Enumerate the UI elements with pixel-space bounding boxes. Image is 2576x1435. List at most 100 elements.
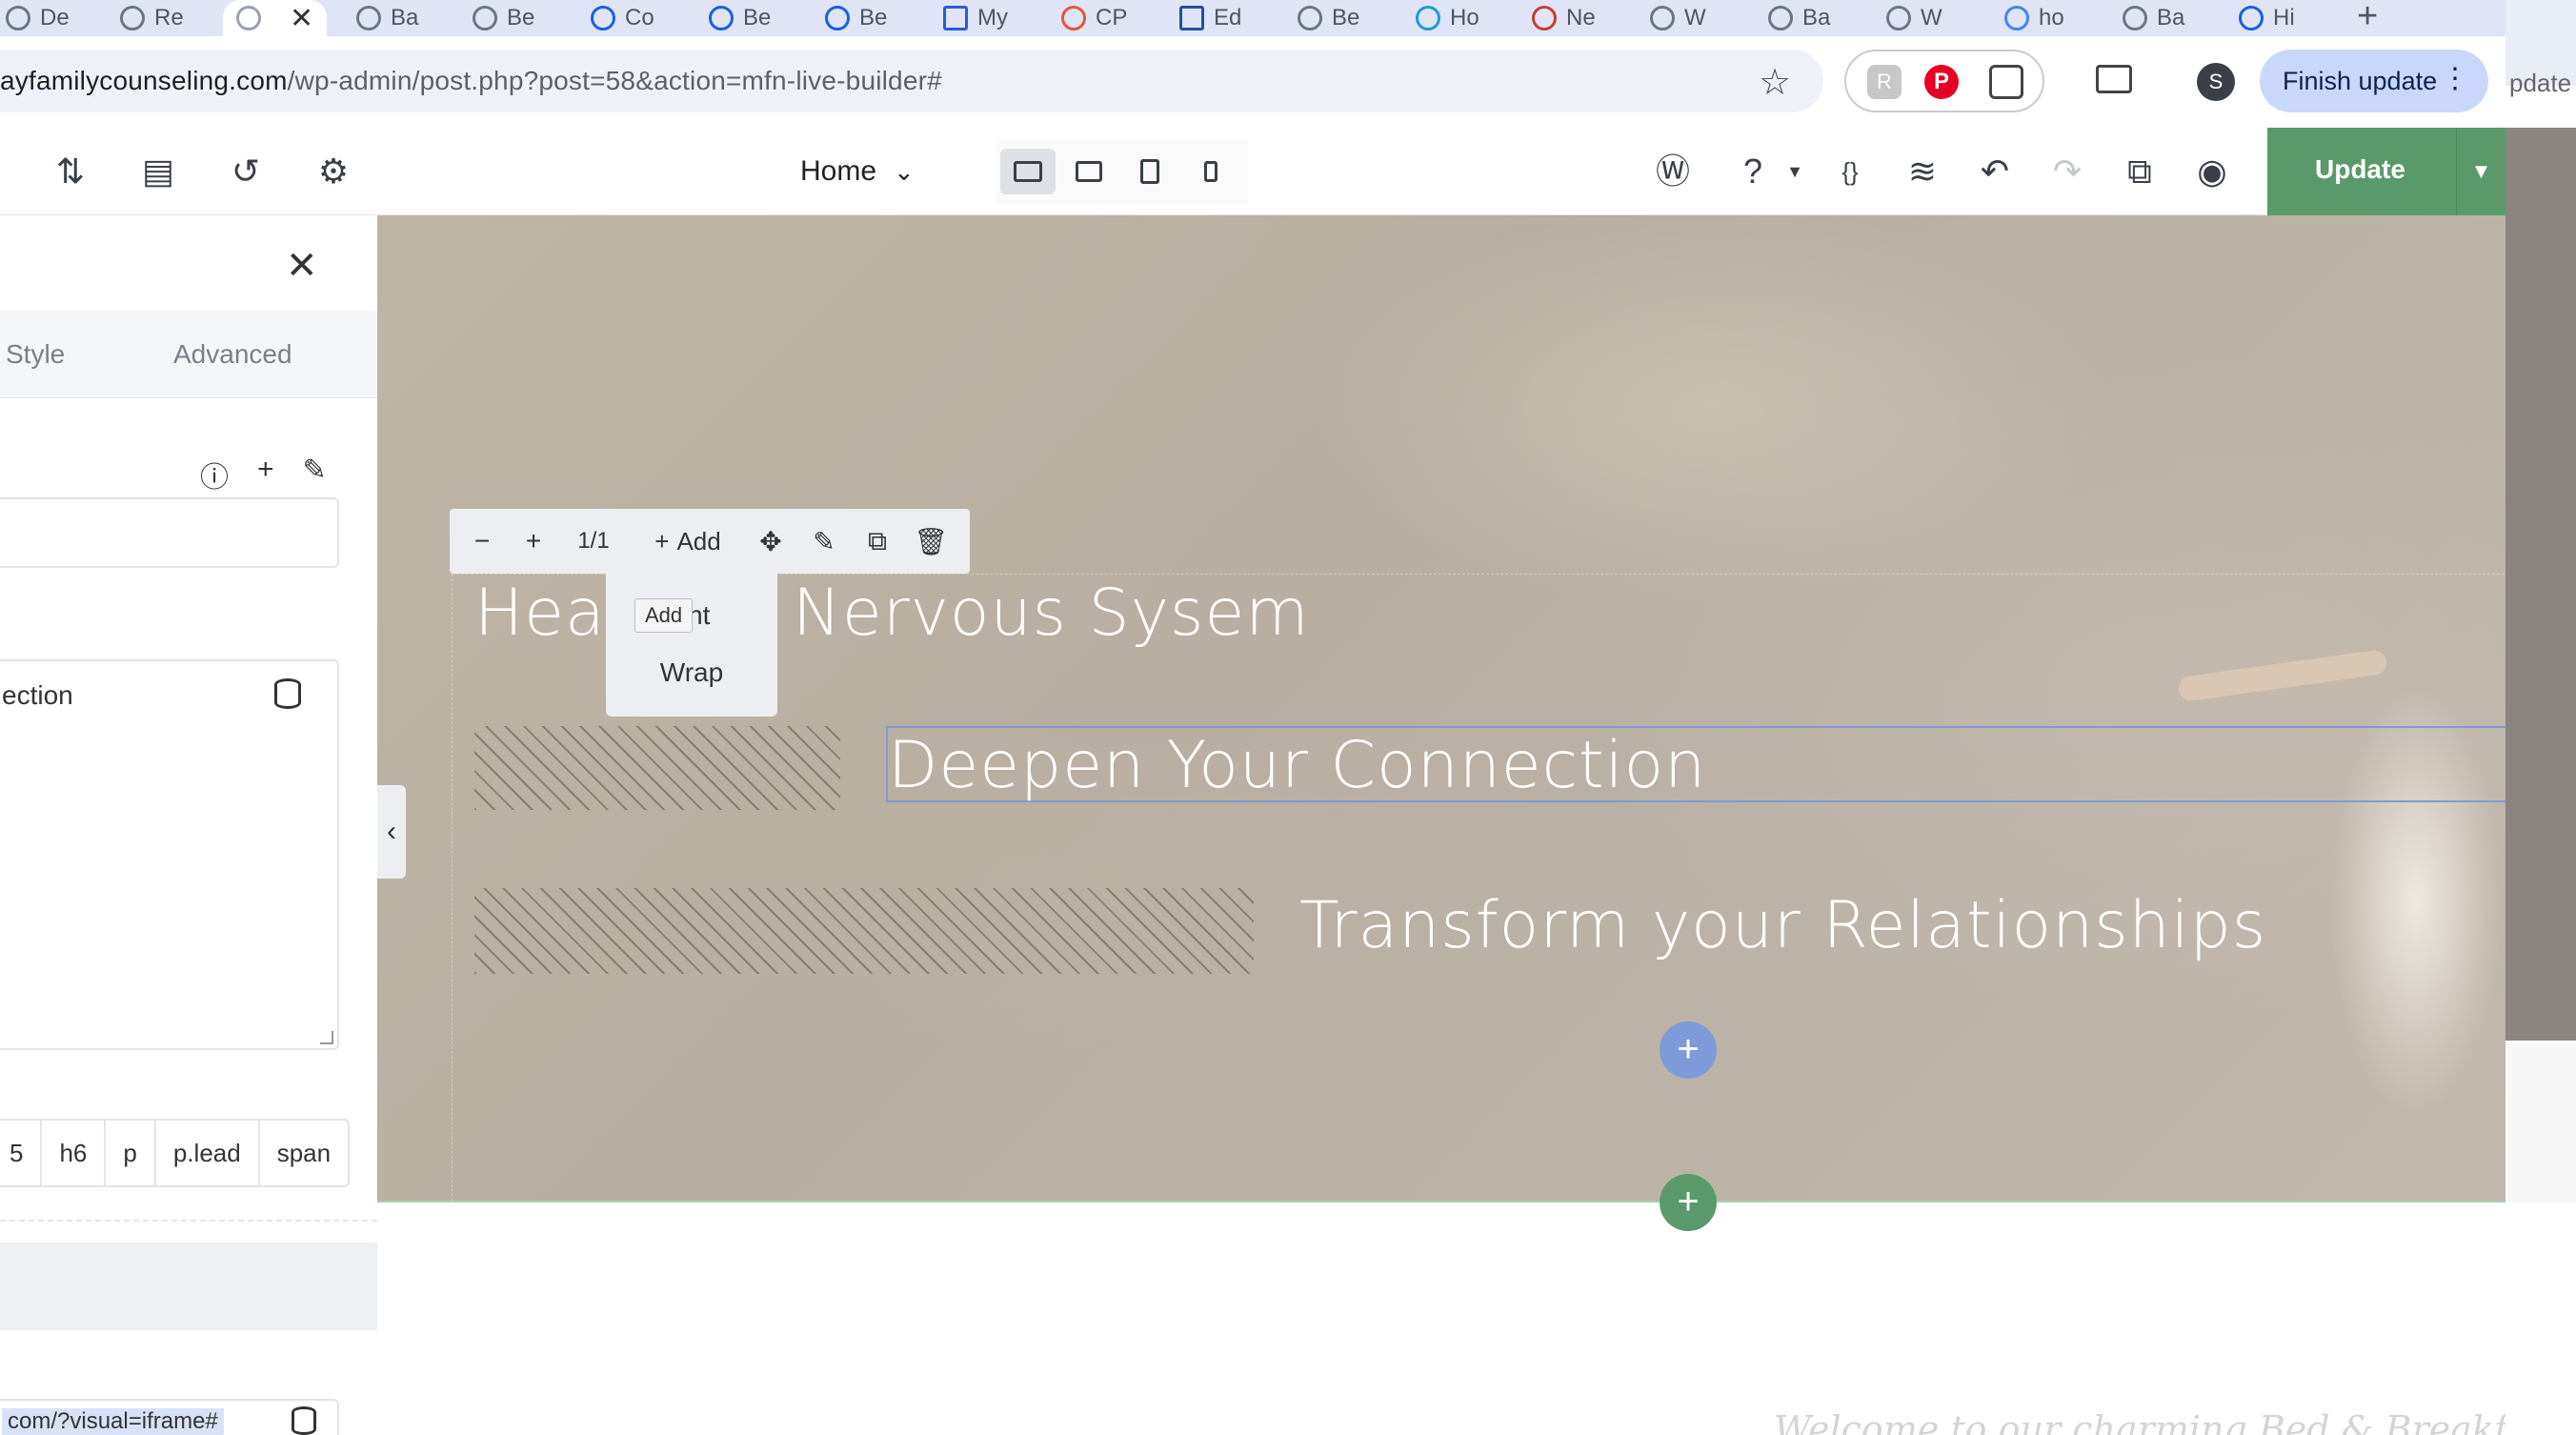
panel-tabs: Style Advanced <box>0 311 377 398</box>
tag-option[interactable]: 5 <box>0 1121 43 1185</box>
address-bar[interactable]: ayfamilycounseling.com/wp-admin/post.php… <box>0 50 1823 112</box>
browser-tab[interactable]: Be <box>1298 0 1359 36</box>
laptop-view-button[interactable] <box>1061 149 1117 194</box>
move-icon[interactable]: ✥ <box>747 509 795 574</box>
bookmark-star-icon[interactable]: ☆ <box>1759 61 1791 104</box>
heading-deepen-connection[interactable]: Deepen Your Connection <box>888 728 1706 803</box>
device-preview-group <box>996 139 1248 204</box>
layers-icon[interactable]: ≋ <box>1902 151 1943 192</box>
tag-option[interactable]: span <box>260 1121 348 1185</box>
undo-icon[interactable]: ↶ <box>1974 151 2016 192</box>
site-icon <box>1532 6 1557 30</box>
browser-tab[interactable]: Be <box>825 0 887 36</box>
edit-icon[interactable]: ✎ <box>303 454 327 495</box>
puzzle-extensions-icon[interactable] <box>1989 65 2023 99</box>
caret-down-icon[interactable]: ▼ <box>1774 151 1816 192</box>
tag-option[interactable]: h6 <box>42 1121 107 1185</box>
drive-icon <box>1298 6 1322 30</box>
desktop-view-button[interactable] <box>1000 149 1056 194</box>
edit-pencil-icon[interactable]: ✎ <box>800 509 848 574</box>
export-icon[interactable]: ⧉ <box>2119 151 2161 192</box>
tag-option[interactable]: p.lead <box>156 1121 260 1185</box>
browser-tab[interactable]: Ba <box>1768 0 1830 36</box>
browser-tab-strip: De Re ✕ Ba Be Co Be Be My CP Ed Be Ho Ne… <box>0 0 2506 36</box>
browser-tab[interactable]: CP <box>1061 0 1127 36</box>
mobile-view-button[interactable] <box>1183 149 1238 194</box>
add-wrap-option[interactable]: Wrap <box>606 657 777 688</box>
browser-tab[interactable]: Ed <box>1179 0 1241 36</box>
browser-tab[interactable]: Re <box>120 0 184 36</box>
link-field[interactable]: com/?visual=iframe# <box>0 1399 339 1435</box>
resize-handle-icon[interactable] <box>320 1031 333 1044</box>
chevron-down-icon: ⌄ <box>894 156 915 186</box>
custom-css-icon[interactable]: {} <box>1829 151 1871 192</box>
browser-tab[interactable]: My <box>943 0 1008 36</box>
browser-tab[interactable]: Ba <box>356 0 418 36</box>
title-field[interactable] <box>0 497 339 568</box>
heading-transform-relationships[interactable]: Transform your Relationships <box>1299 888 2266 963</box>
intro-paragraph[interactable]: Welcome to our charming Bed & Breakfast.… <box>1774 1408 2506 1435</box>
tablet-view-button[interactable] <box>1122 149 1177 194</box>
collapse-panel-chevron-icon[interactable]: ‹ <box>377 785 406 879</box>
wordpress-icon[interactable]: Ⓦ <box>1652 151 1694 192</box>
update-options-caret-icon[interactable]: ▼ <box>2456 128 2506 215</box>
url-text[interactable]: ayfamilycounseling.com/wp-admin/post.php… <box>0 66 942 96</box>
page-selector[interactable]: Home ⌄ <box>800 151 915 192</box>
extension-icon[interactable]: R <box>1867 65 1902 99</box>
increase-size-icon[interactable]: + <box>513 509 554 574</box>
browser-tab[interactable]: Co <box>591 0 654 36</box>
tab-search-icon[interactable] <box>2096 65 2132 93</box>
help-icon[interactable]: ? <box>1732 151 1774 192</box>
profile-avatar[interactable]: S <box>2197 63 2235 101</box>
decrease-size-icon[interactable]: − <box>461 509 503 574</box>
history-icon[interactable]: ↺ <box>225 151 267 192</box>
preview-eye-icon[interactable]: ◉ <box>2191 151 2233 192</box>
add-icon[interactable]: + <box>257 454 274 495</box>
sort-arrows-icon[interactable]: ⇅ <box>50 151 91 192</box>
add-tooltip: Add <box>634 598 694 633</box>
delete-trash-icon[interactable]: 🗑 <box>907 509 955 574</box>
browser-tab[interactable]: ho <box>2004 0 2064 36</box>
redo-icon[interactable]: ↷ <box>2046 151 2088 192</box>
tag-option[interactable]: p <box>106 1121 156 1185</box>
close-icon[interactable]: ✕ <box>286 244 318 288</box>
browser-tab[interactable]: Hi <box>2239 0 2295 36</box>
tab-style[interactable]: Style <box>6 339 65 370</box>
divider <box>0 1220 377 1222</box>
panel-section-band[interactable] <box>0 1243 377 1330</box>
more-vertical-icon[interactable]: ⋮ <box>2441 63 2469 95</box>
help-icon[interactable]: ⓘ <box>200 454 229 495</box>
templates-icon[interactable]: ▤ <box>137 151 179 192</box>
add-button[interactable]: + Add <box>634 509 741 574</box>
url-domain: ayfamilycounseling.com <box>0 66 288 95</box>
background-window: pdate <box>2506 0 2576 1435</box>
content-textarea[interactable]: ection <box>0 659 339 1050</box>
browser-tab[interactable]: Ho <box>1416 0 1479 36</box>
duplicate-icon[interactable]: ⧉ <box>854 509 901 574</box>
browser-tab-active[interactable]: ✕ <box>223 0 328 36</box>
database-icon[interactable] <box>292 1406 316 1435</box>
add-section-plus-icon[interactable]: + <box>1660 1174 1717 1231</box>
update-button[interactable]: Update ▼ <box>2267 128 2506 215</box>
close-tab-icon[interactable]: ✕ <box>290 2 313 35</box>
tab-favicon-icon <box>473 6 497 30</box>
browser-tab[interactable]: Be <box>709 0 771 36</box>
background-window-label: pdate <box>2509 69 2572 97</box>
pinterest-icon[interactable]: P <box>1924 65 1959 99</box>
settings-gear-icon[interactable]: ⚙ <box>312 151 354 192</box>
browser-tab[interactable]: Ne <box>1532 0 1596 36</box>
finish-update-button[interactable]: Finish update ⋮ <box>2260 50 2488 112</box>
browser-tab[interactable]: W <box>1886 0 1942 36</box>
tablet-icon <box>1140 159 1159 184</box>
heading-nervous-system[interactable]: Hea <box>474 576 606 651</box>
add-element-plus-icon[interactable]: + <box>1660 1021 1717 1079</box>
browser-tab[interactable]: Ba <box>2123 0 2184 36</box>
browser-tab[interactable]: De <box>6 0 70 36</box>
new-tab-icon[interactable]: + <box>2357 0 2378 36</box>
browser-tab[interactable]: Be <box>473 0 534 36</box>
browser-tab[interactable]: W <box>1650 0 1706 36</box>
size-counter: 1/1 <box>577 528 610 554</box>
heading-nervous-system-end[interactable]: Nervous Sysem <box>793 576 1310 651</box>
database-icon[interactable] <box>274 678 301 709</box>
tab-advanced[interactable]: Advanced <box>173 339 292 370</box>
